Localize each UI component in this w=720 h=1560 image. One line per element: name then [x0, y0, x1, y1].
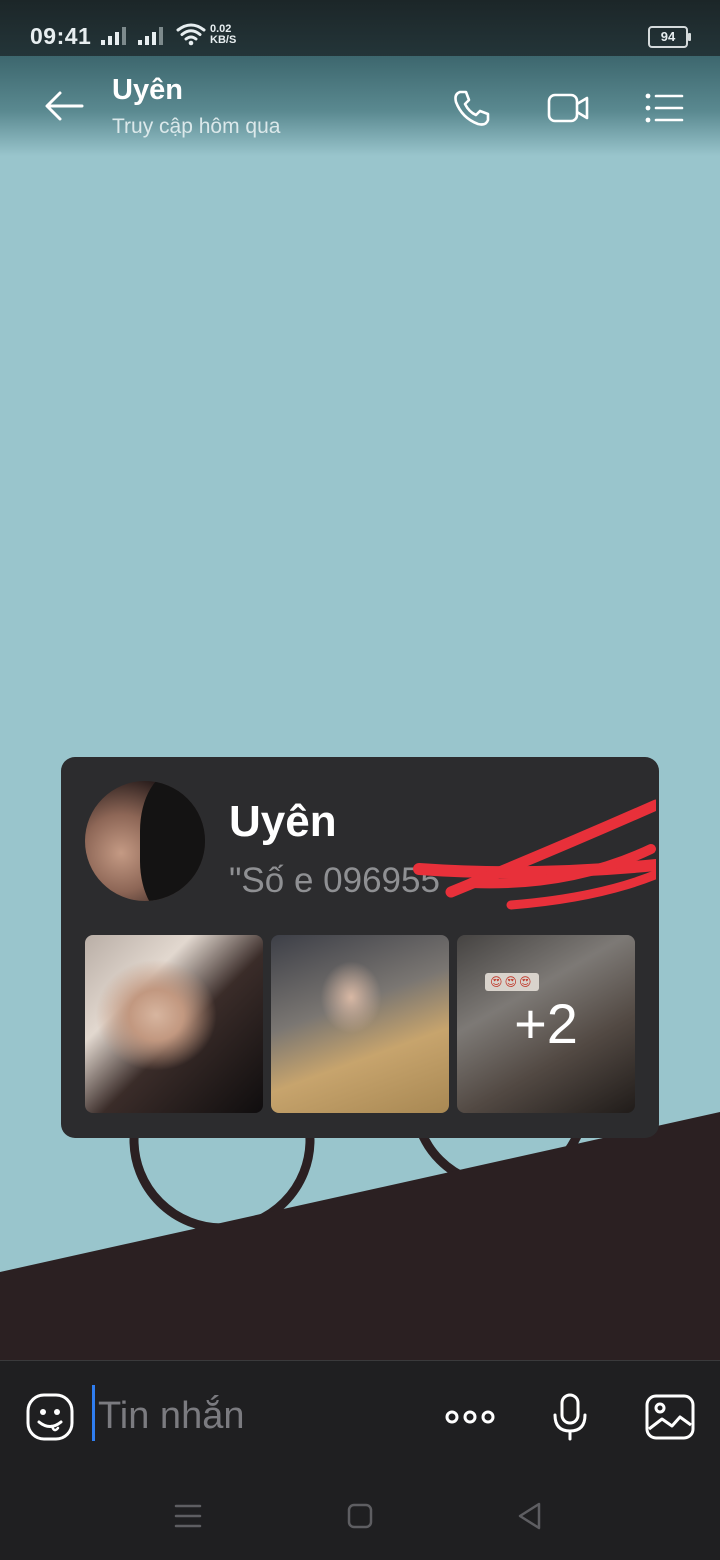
sticker-icon[interactable] [24, 1391, 76, 1443]
status-time: 09:41 [30, 23, 92, 49]
emoji-sticker: 😍😍😍 [485, 973, 539, 991]
status-bar: 09:41 0.02 KB/S 94 [0, 0, 720, 60]
recent-apps-icon[interactable] [168, 1496, 208, 1536]
photo-thumbnail[interactable] [271, 935, 449, 1113]
list-menu-icon[interactable] [642, 86, 686, 130]
network-speed: 0.02 KB/S [210, 24, 236, 46]
more-dots-icon[interactable] [444, 1391, 496, 1443]
card-note: "Số e 096955 [229, 861, 440, 900]
back-arrow-icon[interactable] [40, 86, 88, 126]
photo-thumbnail[interactable] [85, 935, 263, 1113]
card-avatar[interactable] [85, 781, 205, 901]
contact-card[interactable]: Uyên "Số e 096955 😍😍😍 +2 [61, 757, 659, 1138]
signal-sim1-icon [101, 27, 126, 45]
message-composer [0, 1360, 720, 1471]
redaction-scribble [413, 799, 656, 910]
card-contact-name: Uyên [229, 797, 337, 846]
home-icon[interactable] [340, 1496, 380, 1536]
more-photos-count: +2 [514, 992, 578, 1055]
wifi-icon [176, 23, 206, 46]
chat-screen: 09:41 0.02 KB/S 94 Uyên Truy cập hôm qua [0, 0, 720, 1560]
last-seen-status: Truy cập hôm qua [112, 115, 281, 138]
signal-sim2-icon [138, 27, 163, 45]
microphone-icon[interactable] [544, 1391, 596, 1443]
phone-icon[interactable] [450, 86, 494, 130]
contact-name[interactable]: Uyên [112, 74, 183, 107]
battery-indicator: 94 [648, 26, 691, 48]
text-cursor [92, 1385, 95, 1441]
image-icon[interactable] [644, 1391, 696, 1443]
photo-strip: 😍😍😍 +2 [85, 935, 635, 1113]
system-nav-bar [0, 1470, 720, 1560]
network-speed-unit: KB/S [210, 34, 237, 46]
photo-thumbnail-more[interactable]: 😍😍😍 +2 [457, 935, 635, 1113]
message-input[interactable] [96, 1389, 420, 1443]
nav-back-icon[interactable] [510, 1496, 550, 1536]
chat-header: Uyên Truy cập hôm qua [0, 56, 720, 156]
video-call-icon[interactable] [546, 86, 590, 130]
